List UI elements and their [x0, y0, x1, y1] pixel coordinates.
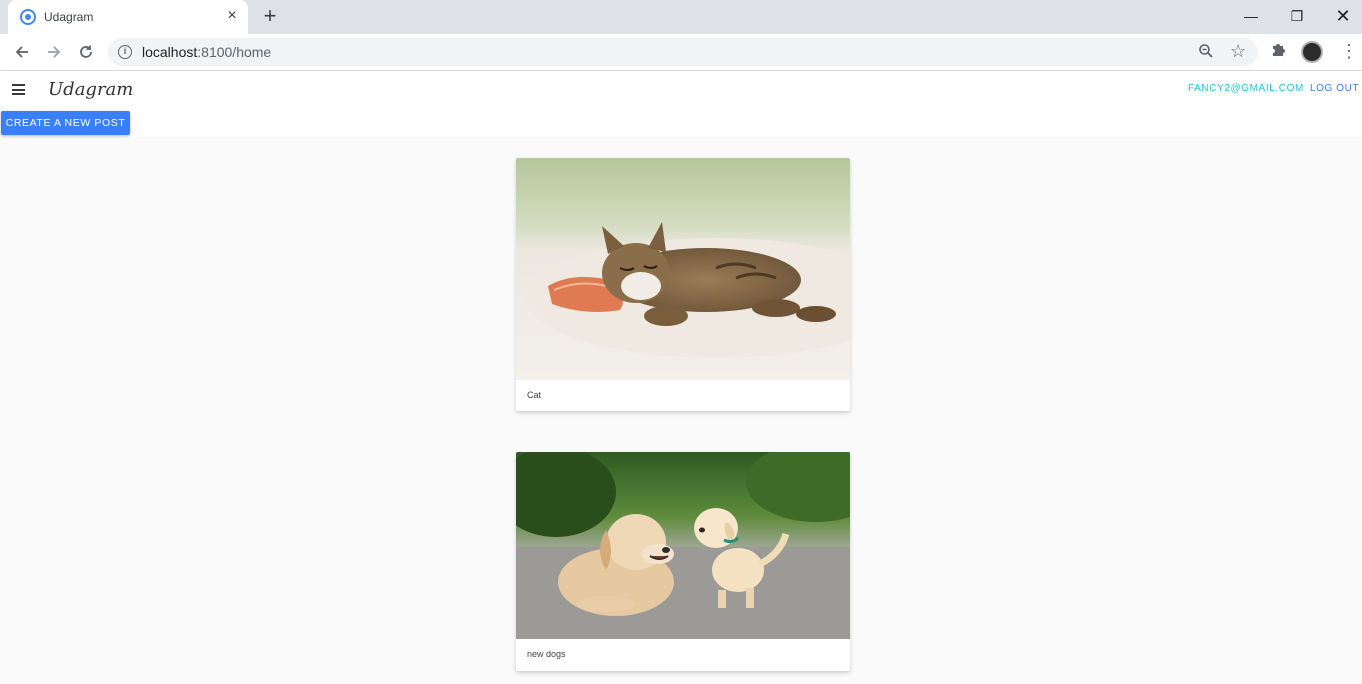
avatar[interactable]	[1301, 41, 1323, 63]
user-email-button[interactable]: FANCY2@GMAIL.COM	[1188, 83, 1304, 94]
brand-logo: Udagram	[48, 79, 134, 100]
minimize-window-icon[interactable]: —	[1228, 0, 1274, 32]
browser-tab[interactable]: Udagram ×	[8, 0, 248, 34]
star-icon[interactable]: ☆	[1230, 41, 1246, 62]
feed-item-image-dogs	[516, 452, 850, 639]
address-bar[interactable]: i localhost:8100/home ☆	[108, 38, 1258, 66]
feed-item-caption: new dogs	[527, 649, 566, 659]
logout-button[interactable]: LOG OUT	[1310, 83, 1359, 94]
puzzle-icon[interactable]	[1270, 41, 1288, 64]
forward-arrow-icon[interactable]	[40, 38, 68, 66]
zoom-icon[interactable]	[1198, 43, 1214, 64]
more-options-icon[interactable]: ⋮	[1340, 40, 1358, 62]
info-icon[interactable]: i	[118, 45, 132, 59]
hamburger-icon[interactable]	[12, 84, 25, 95]
back-arrow-icon[interactable]	[8, 38, 36, 66]
browser-toolbar: i localhost:8100/home ☆ ⋮	[0, 34, 1362, 71]
reload-icon[interactable]	[72, 38, 100, 66]
restore-window-icon[interactable]: ❐	[1274, 0, 1320, 32]
feed-item: Cat	[516, 158, 850, 411]
tab-title: Udagram	[44, 10, 94, 24]
feed-item: new dogs	[516, 452, 850, 671]
browser-tab-strip: Udagram × + — ❐ ✕	[0, 0, 1362, 34]
create-post-bar: CREATE A NEW POST	[0, 109, 1362, 137]
new-tab-icon[interactable]: +	[258, 5, 282, 29]
feed-item-image-cat	[516, 158, 850, 380]
create-post-button[interactable]: CREATE A NEW POST	[1, 111, 130, 135]
close-tab-icon[interactable]: ×	[224, 8, 240, 24]
url-host: localhost	[142, 44, 198, 60]
ionic-favicon-icon	[20, 9, 36, 25]
feed-item-caption: Cat	[527, 390, 542, 400]
url-text: localhost:8100/home	[142, 44, 271, 60]
close-window-icon[interactable]: ✕	[1320, 0, 1362, 32]
url-path: :8100/home	[197, 44, 272, 60]
app-header: Udagram FANCY2@GMAIL.COM LOG OUT	[0, 71, 1362, 109]
